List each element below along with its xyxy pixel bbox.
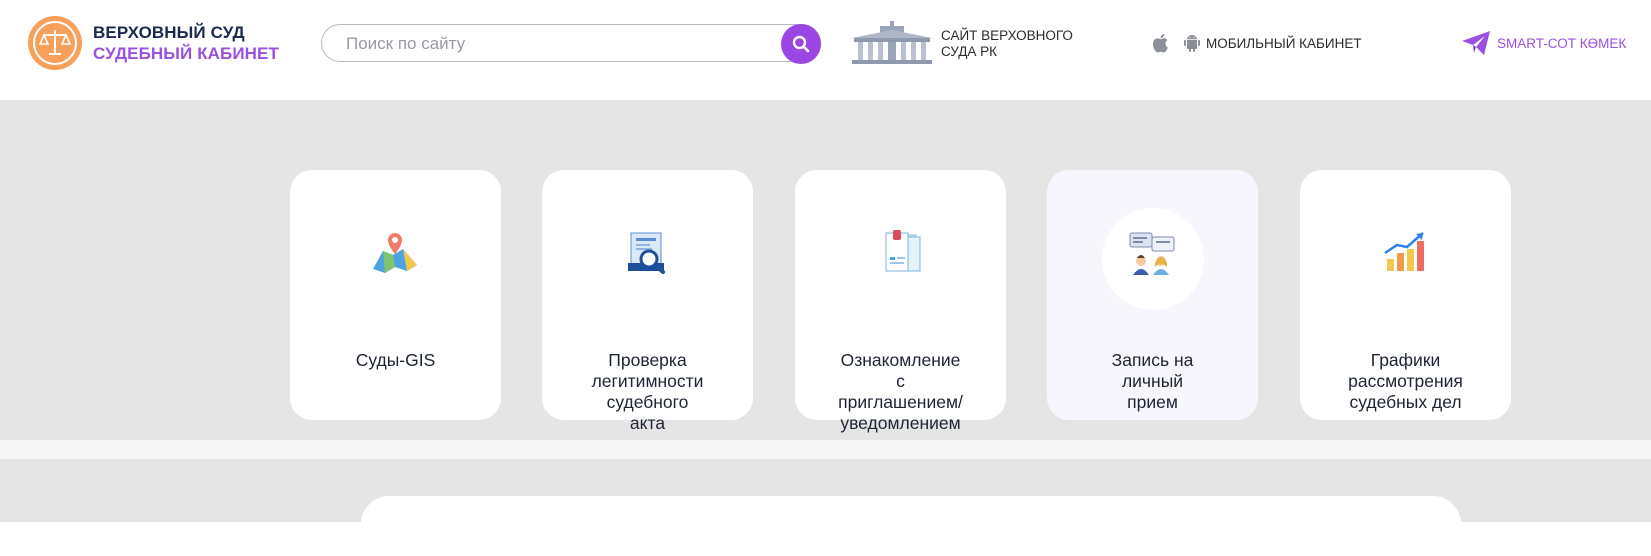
- search-button[interactable]: [781, 24, 821, 64]
- service-card-label: Проверка легитимности судебного акта: [591, 350, 704, 433]
- supreme-court-site-link[interactable]: САЙТ ВЕРХОВНОГО СУДА РК: [941, 28, 1081, 60]
- service-card-label: Графики рассмотрения судебных дел: [1348, 350, 1463, 412]
- content-panel: [361, 496, 1461, 556]
- service-card-label: Суды-GIS: [355, 350, 436, 370]
- paper-plane-icon[interactable]: [1461, 30, 1491, 61]
- document-magnifier-icon: [617, 225, 677, 285]
- site-header: ВЕРХОВНЫЙ СУД СУДЕБНЫЙ КАБИНЕТ САЙТ ВЕРХ…: [0, 0, 1651, 100]
- service-card-case-schedules[interactable]: Графики рассмотрения судебных дел: [1300, 170, 1511, 420]
- mobile-cabinet-link[interactable]: МОБИЛЬНЫЙ КАБИНЕТ: [1206, 36, 1362, 51]
- service-card-label: Ознакомление с приглашением/ уведомление…: [838, 350, 963, 433]
- android-icon[interactable]: [1183, 33, 1201, 58]
- search-bar: [321, 24, 821, 62]
- service-card-act-legitimacy[interactable]: Проверка легитимности судебного акта: [542, 170, 753, 433]
- brand-subtitle[interactable]: СУДЕБНЫЙ КАБИНЕТ: [93, 44, 279, 64]
- brand-title[interactable]: ВЕРХОВНЫЙ СУД: [93, 23, 245, 43]
- consultation-people-icon: [1122, 225, 1182, 285]
- growth-chart-icon: [1375, 225, 1435, 285]
- apple-icon[interactable]: [1152, 33, 1170, 58]
- smart-sot-help-link[interactable]: SMART-СОТ КӨМЕК: [1497, 36, 1626, 51]
- map-pin-icon: [365, 225, 425, 285]
- court-building-icon[interactable]: [850, 20, 934, 71]
- service-card-label: Запись на личный прием: [1111, 350, 1194, 412]
- section-divider: [0, 440, 1651, 459]
- search-icon: [792, 35, 810, 53]
- clipboard-documents-icon: [870, 225, 930, 285]
- service-card-courts-gis[interactable]: Суды-GIS: [290, 170, 501, 420]
- service-card-summons-notice[interactable]: Ознакомление с приглашением/ уведомление…: [795, 170, 1006, 433]
- service-card-personal-appointment[interactable]: Запись на личный прием: [1047, 170, 1258, 420]
- search-input[interactable]: [344, 31, 768, 57]
- supreme-court-site-label[interactable]: САЙТ ВЕРХОВНОГО СУДА РК: [941, 28, 1073, 59]
- scales-of-justice-icon[interactable]: [28, 16, 82, 70]
